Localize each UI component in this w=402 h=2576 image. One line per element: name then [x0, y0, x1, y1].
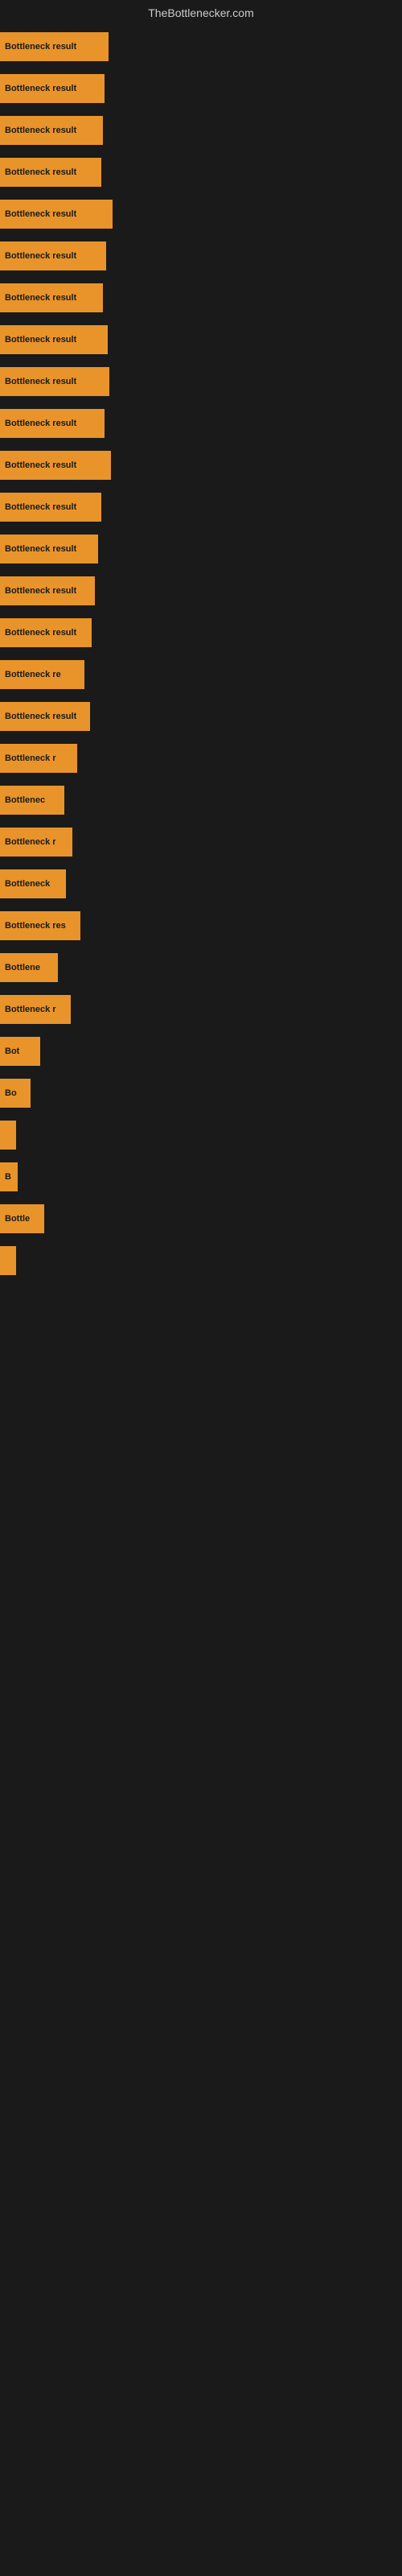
bar-label: B [5, 1172, 11, 1182]
bar-row [0, 1323, 402, 1365]
bar-row: Bot [0, 1030, 402, 1072]
bar-row: Bottleneck result [0, 528, 402, 570]
bottleneck-bar[interactable] [0, 1246, 16, 1275]
bottleneck-bar[interactable]: Bo [0, 1079, 31, 1108]
bar-label: Bottleneck result [5, 251, 76, 261]
bar-row: Bottleneck r [0, 737, 402, 779]
bar-label: Bottleneck r [5, 837, 56, 847]
bar-label: Bottleneck result [5, 84, 76, 93]
bar-row: Bottlene [0, 947, 402, 989]
bar-label: Bottleneck r [5, 1005, 56, 1014]
bar-row: Bottleneck result [0, 68, 402, 109]
bar-row [0, 1365, 402, 1407]
bar-row: Bottleneck result [0, 319, 402, 361]
bar-row: Bottleneck r [0, 821, 402, 863]
bar-row: Bottleneck [0, 863, 402, 905]
bar-label: Bottleneck result [5, 460, 76, 470]
bottleneck-bar[interactable]: Bottleneck result [0, 116, 103, 145]
bottleneck-bar[interactable]: Bottleneck res [0, 911, 80, 940]
bar-label: Bottleneck result [5, 126, 76, 135]
bar-label: Bottleneck result [5, 628, 76, 638]
bar-row: Bottleneck result [0, 277, 402, 319]
bar-label: Bottleneck result [5, 293, 76, 303]
bar-row [0, 1449, 402, 1491]
bar-label: Bottleneck result [5, 209, 76, 219]
bar-label: Bottleneck r [5, 753, 56, 763]
bar-label: Bottleneck [5, 879, 50, 889]
bar-label: Bo [5, 1088, 17, 1098]
bottleneck-bar[interactable]: Bottleneck result [0, 576, 95, 605]
bottleneck-bar[interactable]: Bottleneck result [0, 32, 109, 61]
bar-label: Bottleneck result [5, 586, 76, 596]
bar-row: Bottleneck result [0, 402, 402, 444]
bar-label: Bottleneck result [5, 544, 76, 554]
bar-label: Bottlene [5, 963, 40, 972]
bar-row [0, 1282, 402, 1323]
bar-row: Bo [0, 1072, 402, 1114]
bar-row: Bottleneck result [0, 486, 402, 528]
bar-row [0, 1575, 402, 1616]
bar-row: Bottleneck result [0, 235, 402, 277]
bar-row [0, 1533, 402, 1575]
bar-label: Bottleneck result [5, 167, 76, 177]
bar-label: Bottleneck result [5, 377, 76, 386]
bar-label: Bot [5, 1046, 19, 1056]
bottleneck-bar[interactable]: Bottleneck result [0, 325, 108, 354]
bottleneck-bar[interactable]: Bot [0, 1037, 40, 1066]
bottleneck-bar[interactable]: B [0, 1162, 18, 1191]
bar-label: Bottleneck result [5, 42, 76, 52]
bar-row: Bottle [0, 1198, 402, 1240]
bottleneck-bar[interactable]: Bottlene [0, 953, 58, 982]
bar-label: Bottleneck result [5, 335, 76, 345]
site-title: TheBottlenecker.com [0, 0, 402, 26]
bar-row: Bottleneck r [0, 989, 402, 1030]
bottleneck-bar[interactable]: Bottleneck r [0, 995, 71, 1024]
bottleneck-bar[interactable]: Bottleneck result [0, 158, 101, 187]
bar-row: Bottleneck result [0, 361, 402, 402]
bar-row: Bottleneck result [0, 570, 402, 612]
bar-label: Bottlenec [5, 795, 45, 805]
bottleneck-bar[interactable]: Bottleneck result [0, 200, 113, 229]
bar-row: Bottlenec [0, 779, 402, 821]
bottleneck-bar[interactable]: Bottleneck result [0, 283, 103, 312]
bar-label: Bottleneck result [5, 419, 76, 428]
bottleneck-bar[interactable]: Bottleneck result [0, 451, 111, 480]
bar-label: Bottle [5, 1214, 30, 1224]
bar-label: Bottleneck res [5, 921, 66, 931]
bar-row: Bottleneck result [0, 109, 402, 151]
bar-row: Bottleneck result [0, 696, 402, 737]
bar-row: Bottleneck result [0, 612, 402, 654]
bottleneck-bar[interactable]: Bottleneck result [0, 409, 105, 438]
bar-row: Bottleneck result [0, 26, 402, 68]
bottleneck-bar[interactable]: Bottleneck r [0, 828, 72, 857]
bottleneck-bar[interactable]: Bottleneck result [0, 242, 106, 270]
bottleneck-bar[interactable]: Bottleneck result [0, 493, 101, 522]
bar-row: Bottleneck re [0, 654, 402, 696]
bar-label: Bottleneck re [5, 670, 61, 679]
bottleneck-bar[interactable]: Bottleneck re [0, 660, 84, 689]
bottleneck-bar[interactable]: Bottleneck result [0, 74, 105, 103]
bottleneck-bar[interactable]: Bottlenec [0, 786, 64, 815]
bottleneck-bar[interactable]: Bottleneck result [0, 535, 98, 564]
bottleneck-bar[interactable]: Bottleneck [0, 869, 66, 898]
bottleneck-bar[interactable]: Bottleneck result [0, 367, 109, 396]
bar-row: Bottleneck result [0, 193, 402, 235]
bar-label: Bottleneck result [5, 712, 76, 721]
bottleneck-bar[interactable]: Bottleneck r [0, 744, 77, 773]
bar-row: B [0, 1156, 402, 1198]
bar-label: Bottleneck result [5, 502, 76, 512]
bar-row: Bottleneck res [0, 905, 402, 947]
bottleneck-bar[interactable]: Bottle [0, 1204, 44, 1233]
bottleneck-bar[interactable]: Bottleneck result [0, 702, 90, 731]
bar-row [0, 1240, 402, 1282]
bar-row: Bottleneck result [0, 444, 402, 486]
bars-container: Bottleneck result Bottleneck result Bottle… [0, 26, 402, 1616]
bottleneck-bar[interactable]: Bottleneck result [0, 618, 92, 647]
bar-row [0, 1114, 402, 1156]
bar-row [0, 1491, 402, 1533]
bottleneck-bar[interactable] [0, 1121, 16, 1150]
bar-row [0, 1407, 402, 1449]
bar-row: Bottleneck result [0, 151, 402, 193]
